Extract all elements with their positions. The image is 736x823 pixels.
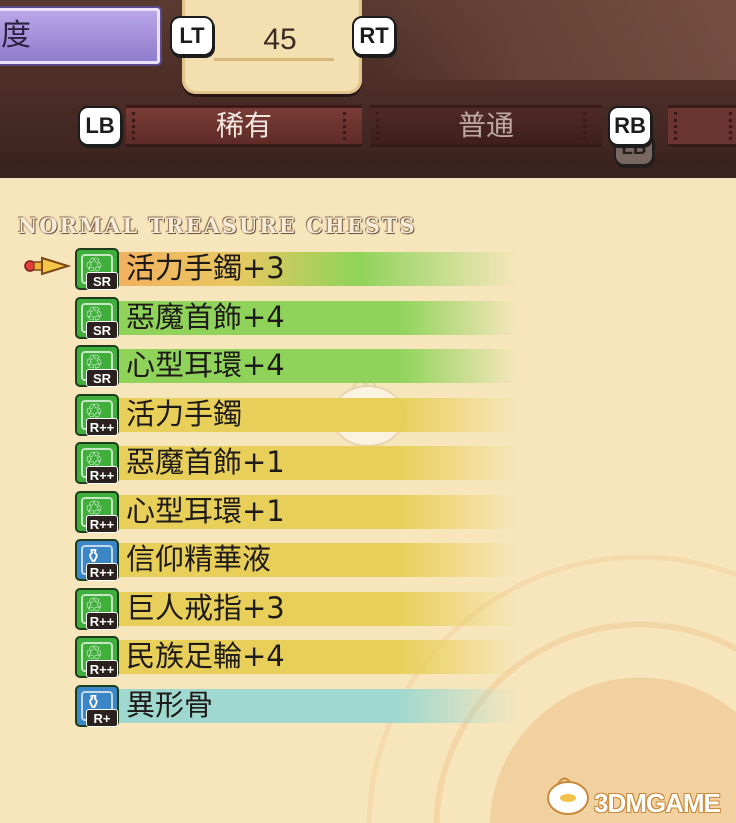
item-name: 活力手鐲 [126,396,243,431]
rank-badge: R++ [86,514,118,533]
background-scenery [376,0,736,80]
lb-button[interactable]: LB [78,106,122,146]
item-name: 心型耳環+1 [126,493,285,528]
list-item[interactable]: ⚱ R+ 異形骨 [0,683,736,729]
watermark-text: 3DMGAME [594,788,721,818]
item-name: 心型耳環+4 [126,348,285,382]
rank-badge: SR [86,369,118,387]
list-item[interactable]: ♲ SR 心型耳環+4 [0,343,736,389]
item-name: 信仰精華液 [126,542,272,576]
item-counter: 45 [263,23,297,56]
rb-button[interactable]: RB [608,106,652,146]
list-item[interactable]: ♲ R++ 惡魔首飾+1 [0,440,736,486]
section-title: NORMAL TREASURE CHESTS [18,213,417,238]
rank-badge: R++ [86,660,118,678]
rank-badge: SR [86,272,118,290]
list-item[interactable]: ♲ R++ 活力手鐲 [0,392,736,438]
list-item[interactable]: ⚱ R++ 信仰精華液 [0,537,736,583]
tab-rare[interactable]: 稀有 [126,105,362,147]
tab-normal[interactable]: 普通 [370,105,602,147]
tab-next[interactable] [668,105,736,147]
list-item[interactable]: ♲ R++ 民族足輪+4 [0,634,736,680]
list-item[interactable]: ♲ SR 活力手鐲+3 [0,246,736,292]
list-item[interactable]: ♲ R++ 巨人戒指+3 [0,586,736,632]
rank-badge: R++ [86,563,118,581]
lt-button[interactable]: LT [170,16,214,56]
rank-badge: R++ [86,611,118,630]
list-item[interactable]: ♲ SR 惡魔首飾+4 [0,295,736,341]
rank-badge: R++ [86,466,118,484]
item-name: 巨人戒指+3 [126,590,285,625]
item-name: 惡魔首飾+4 [126,299,285,334]
list-item[interactable]: ♲ R++ 心型耳環+1 [0,489,736,535]
rank-badge: SR [86,320,118,339]
rank-badge: R++ [86,417,118,436]
item-name: 惡魔首飾+1 [126,445,285,479]
mode-label: 度 [0,8,160,64]
rt-button[interactable]: RT [352,16,396,56]
item-name: 異形骨 [126,687,214,722]
item-name: 活力手鐲+3 [126,251,285,285]
item-name: 民族足輪+4 [126,639,285,673]
rank-badge: R+ [86,708,118,727]
